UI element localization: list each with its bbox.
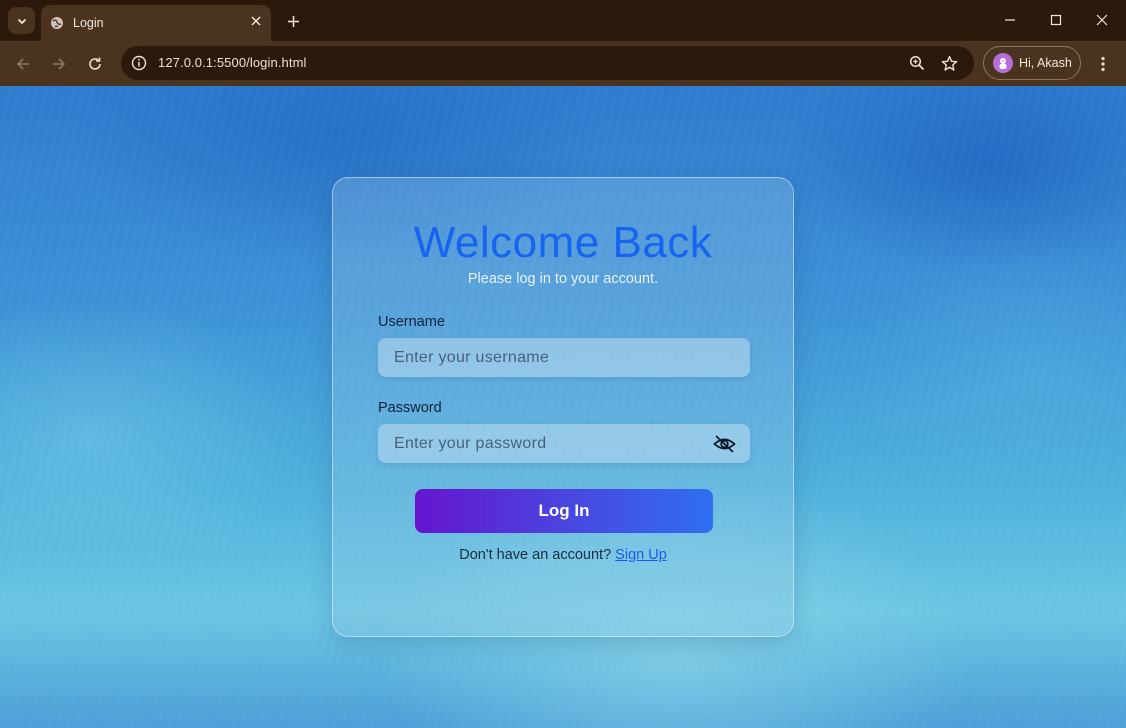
back-button[interactable] bbox=[11, 52, 35, 76]
password-input[interactable] bbox=[378, 424, 750, 463]
close-window-icon bbox=[1096, 14, 1108, 26]
forward-button[interactable] bbox=[47, 52, 71, 76]
profile-greeting: Hi, Akash bbox=[1019, 56, 1072, 70]
more-vert-icon bbox=[1101, 56, 1105, 72]
username-label: Username bbox=[378, 314, 445, 330]
tab-search-button[interactable] bbox=[8, 7, 35, 34]
username-field-wrapper bbox=[378, 338, 750, 377]
reload-icon bbox=[89, 57, 101, 70]
eye-slash-icon[interactable] bbox=[712, 433, 736, 455]
zoom-icon[interactable] bbox=[907, 53, 927, 73]
tab-login[interactable]: Login bbox=[41, 5, 271, 41]
address-bar[interactable]: 127.0.0.1:5500/login.html bbox=[121, 46, 974, 80]
tab-title: Login bbox=[73, 16, 104, 30]
page-subtitle: Please log in to your account. bbox=[467, 271, 659, 287]
username-input[interactable] bbox=[378, 338, 750, 377]
chevron-down-icon bbox=[17, 18, 26, 24]
maximize-icon bbox=[1050, 14, 1062, 26]
back-arrow-icon bbox=[16, 58, 29, 70]
close-icon[interactable] bbox=[248, 13, 264, 29]
login-button[interactable]: Log In bbox=[415, 489, 713, 533]
browser-menu-button[interactable] bbox=[1092, 52, 1114, 76]
page-viewport: Welcome Back Please log in to your accou… bbox=[0, 86, 1126, 728]
signup-link[interactable]: Sign Up bbox=[615, 547, 667, 563]
forward-arrow-icon bbox=[53, 58, 66, 70]
tab-strip: Login bbox=[0, 0, 1126, 41]
browser-toolbar: 127.0.0.1:5500/login.html Hi, Akash bbox=[0, 41, 1126, 86]
profile-button[interactable]: Hi, Akash bbox=[983, 46, 1081, 80]
globe-icon bbox=[50, 16, 64, 30]
signup-prompt: Don't have an account? bbox=[459, 547, 612, 563]
avatar-icon bbox=[993, 53, 1013, 73]
page-title: Welcome Back bbox=[413, 218, 713, 267]
site-info-icon[interactable] bbox=[129, 53, 149, 73]
reload-button[interactable] bbox=[83, 52, 107, 76]
maximize-button[interactable] bbox=[1045, 9, 1067, 31]
new-tab-button[interactable] bbox=[282, 10, 304, 32]
url-text[interactable]: 127.0.0.1:5500/login.html bbox=[158, 55, 307, 70]
minimize-icon bbox=[1005, 19, 1015, 21]
login-card: Welcome Back Please log in to your accou… bbox=[332, 177, 794, 637]
star-icon[interactable] bbox=[939, 53, 959, 73]
close-window-button[interactable] bbox=[1091, 9, 1113, 31]
signup-line: Don't have an account? Sign Up bbox=[333, 547, 793, 563]
plus-icon bbox=[287, 15, 299, 27]
minimize-button[interactable] bbox=[999, 9, 1021, 31]
password-label: Password bbox=[378, 400, 442, 416]
password-field-wrapper bbox=[378, 424, 750, 463]
